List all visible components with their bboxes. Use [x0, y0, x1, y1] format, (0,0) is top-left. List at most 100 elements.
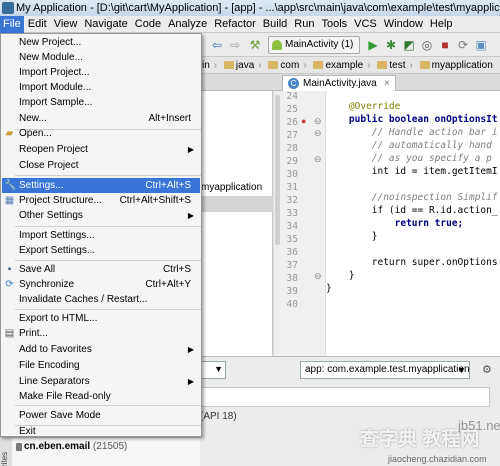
wrench-icon: 🔧 — [4, 180, 17, 191]
menu-item-settings[interactable]: 🔧 Settings... Ctrl+Alt+S — [2, 178, 200, 193]
code-line: @Override — [326, 101, 401, 112]
menu-help[interactable]: Help — [427, 16, 456, 33]
menu-window[interactable]: Window — [381, 16, 426, 33]
logcat-filter-bar[interactable] — [200, 387, 490, 407]
fold-icon[interactable]: ⊖ — [314, 116, 322, 127]
attach-debugger-icon[interactable]: ◎ — [420, 38, 434, 52]
menu-view[interactable]: View — [51, 16, 81, 33]
menu-vcs[interactable]: VCS — [351, 16, 380, 33]
menu-item-import-settings[interactable]: Import Settings... — [2, 228, 200, 243]
menu-item-label: Settings... — [19, 180, 64, 191]
shortcut-label: Ctrl+Alt+Shift+S — [119, 195, 191, 206]
menu-item-exit[interactable]: Exit — [2, 426, 200, 437]
line-number: 24 — [286, 91, 298, 102]
tree-item-myapplication[interactable]: myapplication — [200, 180, 273, 196]
code-line: } — [326, 270, 355, 281]
menu-analyze[interactable]: Analyze — [165, 16, 210, 33]
menu-item-import-sample[interactable]: Import Sample... — [2, 95, 200, 110]
breadcrumb-label: java — [235, 60, 255, 71]
breadcrumb-item[interactable]: example — [311, 57, 365, 74]
back-arrow-icon[interactable]: ⇦ — [210, 38, 224, 52]
process-row[interactable]: cn.eben.email (21505) — [24, 441, 127, 452]
fold-icon[interactable]: ⊖ — [314, 154, 322, 165]
menu-item-print[interactable]: ▤ Print... — [2, 326, 200, 341]
breadcrumb-item[interactable]: com — [266, 57, 301, 74]
app-process-label: app: com.example.test.myapplication — [305, 364, 470, 375]
make-project-icon[interactable]: ⚒ — [248, 38, 262, 52]
menu-item-project-structure[interactable]: ▦ Project Structure... Ctrl+Alt+Shift+S — [2, 193, 200, 208]
gear-icon[interactable]: ⚙ — [482, 363, 492, 376]
menu-item-line-separators[interactable]: Line Separators ▶ — [2, 374, 200, 389]
menu-item-close-project[interactable]: Close Project — [2, 158, 200, 173]
avd-manager-icon[interactable]: ▣ — [474, 38, 488, 52]
code-line: // automatically hand — [326, 140, 492, 151]
close-icon[interactable]: × — [384, 76, 390, 91]
app-process-select[interactable]: app: com.example.test.myapplication ▼ — [300, 361, 470, 379]
menu-item-new[interactable]: New... Alt+Insert — [2, 111, 200, 126]
breadcrumb-item[interactable]: myapplication — [418, 57, 495, 74]
sync-icon[interactable]: ⟳ — [456, 38, 470, 52]
menu-item-add-to-favorites[interactable]: Add to Favorites ▶ — [2, 342, 200, 357]
breadcrumb-label: com — [280, 60, 300, 71]
fold-icon[interactable]: ⊖ — [314, 128, 322, 139]
menu-item-export-settings[interactable]: Export Settings... — [2, 243, 200, 258]
code-editor[interactable]: @Override public boolean onOptionsIt // … — [326, 91, 500, 356]
menu-run[interactable]: Run — [291, 16, 317, 33]
menu-item-new-project[interactable]: New Project... — [2, 35, 200, 50]
menu-item-label: Import Sample... — [19, 97, 93, 108]
menu-item-import-module[interactable]: Import Module... — [2, 80, 200, 95]
favorites-tool-tab[interactable]: rites — [0, 438, 12, 466]
code-line: } — [326, 231, 378, 242]
tree-item-selected[interactable] — [200, 196, 273, 212]
menu-item-open[interactable]: ▰ Open... — [2, 126, 200, 141]
menu-item-label: Close Project — [19, 160, 79, 171]
menu-item-label: Import Module... — [19, 82, 92, 93]
menu-item-reopen-project[interactable]: Reopen Project ▶ — [2, 142, 200, 157]
override-marker-icon[interactable]: ● — [301, 116, 306, 126]
shortcut-label: Ctrl+S — [162, 264, 191, 275]
menu-build[interactable]: Build — [260, 16, 290, 33]
package-icon — [419, 61, 430, 69]
project-tree: myapplication — [200, 91, 273, 356]
tab-main-activity[interactable]: C MainActivity.java × — [282, 75, 396, 91]
run-icon[interactable]: ▶ — [366, 38, 380, 52]
menu-item-power-save-mode[interactable]: Power Save Mode — [2, 408, 200, 423]
stop-icon[interactable]: ■ — [438, 38, 452, 52]
menu-refactor[interactable]: Refactor — [211, 16, 259, 33]
menu-item-save-all[interactable]: ▪ Save All Ctrl+S — [2, 262, 200, 277]
line-number: 39 — [286, 286, 298, 297]
line-number: 28 — [286, 143, 298, 154]
line-number: 38 — [286, 273, 298, 284]
breadcrumb-item[interactable]: java — [222, 57, 256, 74]
menu-tools[interactable]: Tools — [318, 16, 350, 33]
menu-item-export-html[interactable]: Export to HTML... — [2, 311, 200, 326]
main-toolbar: ⇦ ⇨ ⚒ MainActivity (1) ▾ ▶ ✱ ◩ ◎ ■ ⟳ ▣ — [200, 33, 500, 66]
menu-item-make-read-only[interactable]: Make File Read-only — [2, 389, 200, 404]
menu-navigate[interactable]: Navigate — [81, 16, 130, 33]
coverage-icon[interactable]: ◩ — [402, 38, 416, 52]
menu-code[interactable]: Code — [132, 16, 164, 33]
menu-item-file-encoding[interactable]: File Encoding — [2, 358, 200, 373]
menu-item-new-module[interactable]: New Module... — [2, 50, 200, 65]
save-icon: ▪ — [7, 264, 12, 275]
editor-gutter: 24 25 26 27 28 29 30 31 32 33 34 35 36 3… — [281, 91, 326, 356]
menu-file[interactable]: File — [0, 16, 24, 33]
menu-item-label: Make File Read-only — [19, 391, 111, 402]
project-tree-scrollbar[interactable] — [273, 91, 281, 356]
menu-item-import-project[interactable]: Import Project... — [2, 65, 200, 80]
process-pid: (21505) — [92, 441, 128, 452]
fold-icon[interactable]: ⊖ — [314, 271, 322, 282]
menu-item-invalidate-caches[interactable]: Invalidate Caches / Restart... — [2, 292, 200, 307]
package-icon — [268, 61, 279, 69]
menu-item-other-settings[interactable]: Other Settings ▶ — [2, 208, 200, 223]
run-configuration-select[interactable]: MainActivity (1) ▾ — [268, 36, 360, 66]
scrollbar-thumb[interactable] — [275, 95, 280, 245]
forward-arrow-icon[interactable]: ⇨ — [228, 38, 242, 52]
code-line: return super.onOptions — [326, 257, 498, 268]
menu-edit[interactable]: Edit — [25, 16, 50, 33]
device-select[interactable]: ▼ — [200, 361, 226, 379]
menu-item-synchronize[interactable]: ⟳ Synchronize Ctrl+Alt+Y — [2, 277, 200, 292]
breadcrumb-item[interactable]: test — [375, 57, 407, 74]
line-number: 35 — [286, 234, 298, 245]
debug-icon[interactable]: ✱ — [384, 38, 398, 52]
